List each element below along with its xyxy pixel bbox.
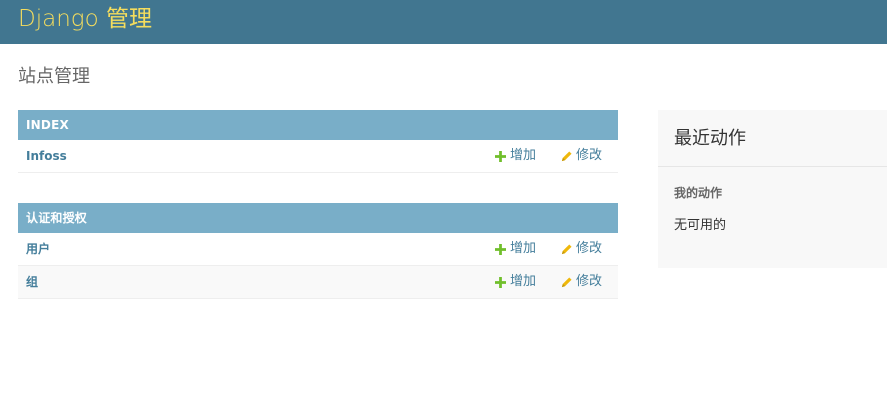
- recent-actions-panel: 最近动作 我的动作 无可用的: [658, 110, 887, 268]
- header: Django 管理: [0, 0, 887, 44]
- add-button[interactable]: 增加: [495, 233, 536, 265]
- plus-icon: [495, 243, 506, 255]
- module-caption[interactable]: INDEX: [18, 110, 618, 140]
- site-branding[interactable]: Django 管理: [18, 4, 152, 34]
- pencil-icon: [561, 276, 572, 287]
- plus-icon: [495, 276, 506, 288]
- pencil-icon: [561, 243, 572, 254]
- plus-icon: [495, 150, 506, 162]
- add-button[interactable]: 增加: [495, 266, 536, 298]
- model-row: 用户 增加 修改: [18, 233, 618, 266]
- change-button[interactable]: 修改: [561, 140, 602, 172]
- model-link-groups[interactable]: 组: [26, 266, 38, 298]
- change-button[interactable]: 修改: [561, 266, 602, 298]
- add-label: 增加: [510, 274, 537, 289]
- pencil-icon: [561, 150, 572, 161]
- change-label: 修改: [576, 241, 603, 256]
- model-link-users[interactable]: 用户: [26, 233, 50, 265]
- page-title: 站点管理: [18, 66, 90, 87]
- app-module-auth: 认证和授权 用户 增加 修改 组 增加 修改: [18, 203, 618, 299]
- add-button[interactable]: 增加: [495, 140, 536, 172]
- my-actions-heading: 我的动作: [674, 186, 723, 200]
- change-button[interactable]: 修改: [561, 233, 602, 265]
- add-label: 增加: [510, 148, 537, 163]
- model-link-infoss[interactable]: Infoss: [26, 140, 67, 172]
- change-label: 修改: [576, 148, 603, 163]
- change-label: 修改: [576, 274, 603, 289]
- model-row: Infoss 增加 修改: [18, 140, 618, 173]
- divider: [658, 166, 887, 167]
- module-caption[interactable]: 认证和授权: [18, 203, 618, 233]
- recent-actions-title: 最近动作: [674, 128, 746, 149]
- add-label: 增加: [510, 241, 537, 256]
- app-module-index: INDEX Infoss 增加 修改: [18, 110, 618, 173]
- no-actions-text: 无可用的: [674, 218, 727, 233]
- model-row: 组 增加 修改: [18, 266, 618, 299]
